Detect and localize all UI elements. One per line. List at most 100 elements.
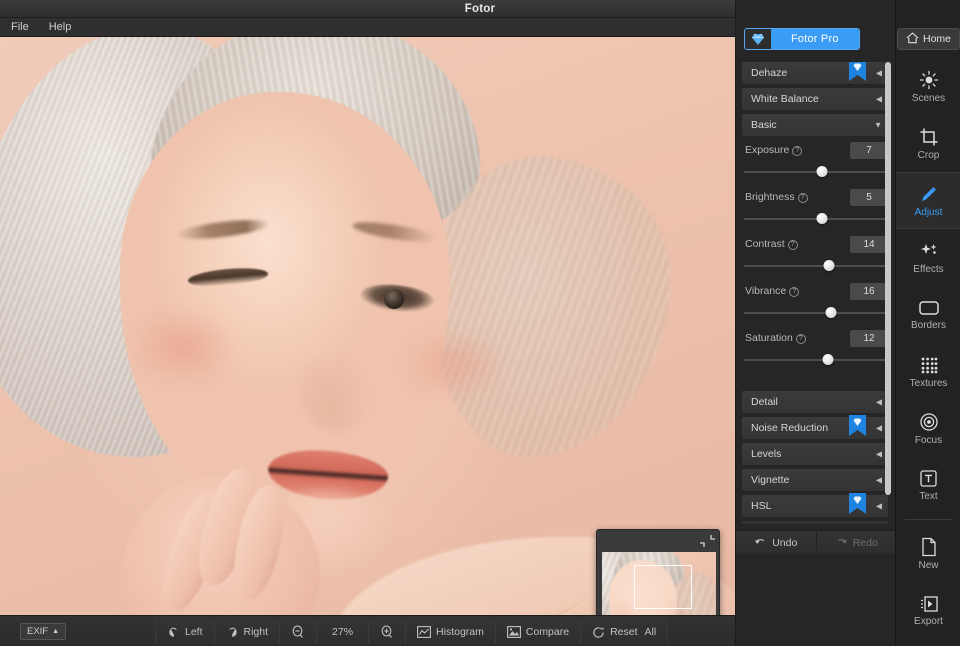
exif-button[interactable]: EXIF ▲ [20,623,66,640]
slider-exposure-track[interactable] [744,171,886,173]
zoom-in-button[interactable] [369,620,406,644]
pro-badge-icon [849,493,866,514]
question-mark-icon[interactable]: ? [798,193,808,203]
sun-icon [919,70,939,90]
slider-exposure[interactable]: Exposure ? 7 [742,142,888,189]
label-text: Saturation [745,332,793,344]
chevron-down-icon: ▼ [874,121,882,130]
slider-vibrance[interactable]: Vibrance ? 16 [742,283,888,330]
question-mark-icon[interactable]: ? [796,334,806,344]
pupil-right [384,289,404,309]
resize-handle-icon[interactable] [700,533,716,549]
section-levels-label: Levels [751,448,781,460]
zoom-level-display[interactable]: 27% [317,620,369,644]
slider-contrast-knob[interactable] [824,260,835,271]
reset-all-button[interactable]: Reset All [581,620,668,644]
sidebar-item-crop[interactable]: Crop [896,115,960,172]
page-icon [920,537,938,557]
slider-contrast-value[interactable]: 14 [850,236,888,253]
viewport-rectangle[interactable] [634,565,692,609]
panel-scrollbar[interactable] [885,62,891,495]
navigator-panel[interactable] [596,529,720,615]
rotate-right-label: Right [244,626,269,638]
section-white-balance[interactable]: White Balance ◀ [742,88,888,110]
section-detail[interactable]: Detail ◀ [742,391,888,413]
slider-contrast[interactable]: Contrast ? 14 [742,236,888,283]
image-canvas[interactable] [0,37,735,615]
chevron-left-icon: ◀ [876,450,882,459]
slider-brightness-knob[interactable] [817,213,828,224]
sidebar-item-crop-label: Crop [918,150,940,161]
redo-button[interactable]: Redo [816,531,897,554]
chevron-left-icon: ◀ [876,398,882,407]
histogram-label: Histogram [436,626,484,638]
slider-brightness-value[interactable]: 5 [850,189,888,206]
sidebar-item-focus[interactable]: Focus [896,400,960,457]
slider-brightness[interactable]: Brightness ? 5 [742,189,888,236]
basic-sliders: Exposure ? 7 Brightness ? 5 [742,142,888,377]
zoom-in-icon [380,625,394,639]
chevron-left-icon: ◀ [876,69,882,78]
tool-rail: Home Scenes [895,0,960,646]
home-button[interactable]: Home [897,28,960,50]
section-partial[interactable] [742,521,888,524]
slider-saturation-track[interactable] [744,359,886,361]
undo-button[interactable]: Undo [736,531,816,554]
section-hsl[interactable]: HSL ◀ [742,495,888,517]
rotate-right-button[interactable]: Right [215,620,281,644]
question-mark-icon[interactable]: ? [788,240,798,250]
reset-icon [592,626,605,639]
label-text: Brightness [745,191,795,203]
fotor-pro-row: Fotor Pro [736,22,896,56]
sidebar-item-textures[interactable]: Textures [896,343,960,400]
slider-brightness-track[interactable] [744,218,886,220]
slider-saturation[interactable]: Saturation ? 12 [742,330,888,377]
navigator-thumbnail[interactable] [602,552,716,615]
menu-item-help[interactable]: Help [47,18,74,37]
slider-saturation-value[interactable]: 12 [850,330,888,347]
sidebar-item-adjust[interactable]: Adjust [896,172,960,229]
cheek-left [128,307,238,387]
sidebar-item-text[interactable]: Text [896,457,960,514]
slider-vibrance-value[interactable]: 16 [850,283,888,300]
sidebar-item-borders[interactable]: Borders [896,286,960,343]
menu-item-file[interactable]: File [9,18,31,37]
slider-vibrance-track[interactable] [744,312,886,314]
sidebar-item-new[interactable]: New [896,525,960,582]
histogram-button[interactable]: Histogram [406,620,496,644]
section-vignette-label: Vignette [751,474,789,486]
panel-scrollbar-thumb[interactable] [885,62,891,495]
section-basic[interactable]: Basic ▼ [742,114,888,136]
sidebar-item-scenes[interactable]: Scenes [896,58,960,115]
fotor-pro-button[interactable]: Fotor Pro [744,28,860,50]
slider-vibrance-knob[interactable] [825,307,836,318]
zoom-out-button[interactable] [280,620,317,644]
sidebar-item-scenes-label: Scenes [912,93,945,104]
slider-exposure-knob[interactable] [817,166,828,177]
section-detail-label: Detail [751,396,778,408]
section-noise-reduction[interactable]: Noise Reduction ◀ [742,417,888,439]
section-hsl-label: HSL [751,500,771,512]
question-mark-icon[interactable]: ? [792,146,802,156]
slider-exposure-value[interactable]: 7 [850,142,888,159]
sidebar-item-effects[interactable]: Effects [896,229,960,286]
home-row: Home [896,22,960,56]
home-icon [906,32,919,47]
compare-button[interactable]: Compare [496,620,581,644]
section-levels[interactable]: Levels ◀ [742,443,888,465]
section-dehaze[interactable]: Dehaze ◀ [742,62,888,84]
sidebar-item-borders-label: Borders [911,320,946,331]
question-mark-icon[interactable]: ? [789,287,799,297]
rotate-left-button[interactable]: Left [155,620,215,644]
label-text: Exposure [745,144,789,156]
chevron-left-icon: ◀ [876,476,882,485]
slider-saturation-label: Saturation ? [745,332,806,344]
cheek-right [400,327,510,402]
export-icon [919,595,939,613]
slider-saturation-knob[interactable] [822,354,833,365]
status-tools: Left Right [155,620,668,644]
pencil-icon [919,184,939,204]
sidebar-item-export[interactable]: Export [896,582,960,639]
slider-contrast-track[interactable] [744,265,886,267]
section-vignette[interactable]: Vignette ◀ [742,469,888,491]
